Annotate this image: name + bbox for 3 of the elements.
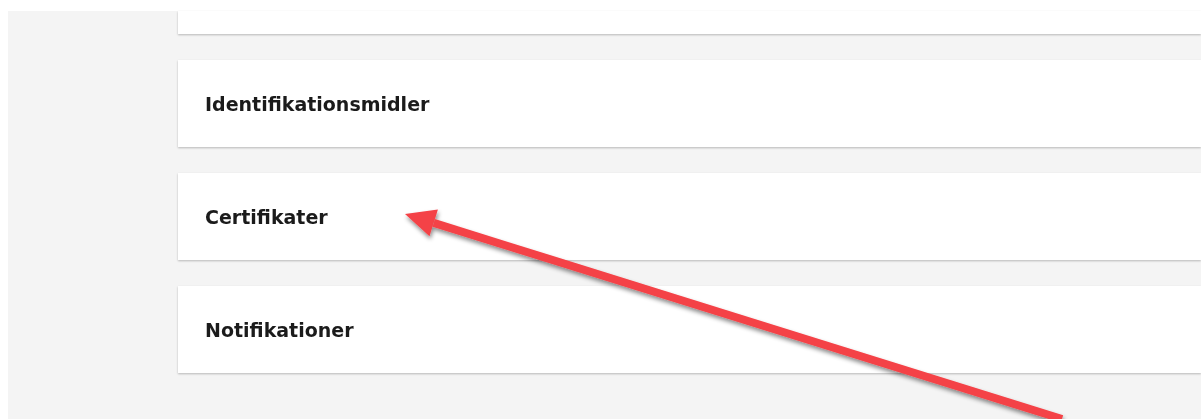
section-card[interactable]: Certifikater (178, 173, 1201, 260)
section-card[interactable]: Notifikationer (178, 286, 1201, 373)
section-card[interactable]: Identifikationsmidler (178, 60, 1201, 147)
